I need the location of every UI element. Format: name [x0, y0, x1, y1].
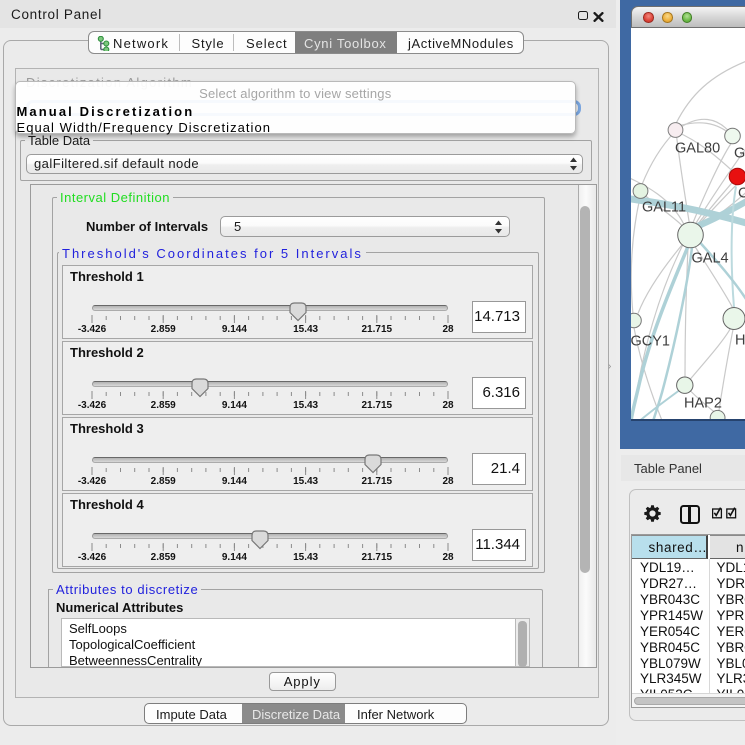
svg-text:-3.426: -3.426 — [78, 400, 107, 411]
svg-text:2.859: 2.859 — [151, 400, 176, 411]
svg-text:21.715: 21.715 — [362, 552, 393, 563]
svg-text:H: H — [735, 332, 745, 348]
svg-text:15.43: 15.43 — [293, 400, 318, 411]
svg-text:15.43: 15.43 — [293, 552, 318, 563]
svg-text:15.43: 15.43 — [293, 476, 318, 487]
svg-text:2.859: 2.859 — [151, 324, 176, 335]
svg-text:21.715: 21.715 — [362, 324, 393, 335]
svg-text:28: 28 — [442, 324, 454, 335]
svg-text:-3.426: -3.426 — [78, 552, 107, 563]
svg-text:9.144: 9.144 — [222, 324, 247, 335]
svg-text:-3.426: -3.426 — [78, 476, 107, 487]
svg-text:21.715: 21.715 — [362, 400, 393, 411]
svg-text:GAL11: GAL11 — [642, 199, 686, 215]
svg-text:GAL4: GAL4 — [692, 250, 729, 266]
svg-text:C: C — [738, 185, 745, 201]
svg-text:2.859: 2.859 — [151, 476, 176, 487]
svg-text:9.144: 9.144 — [222, 476, 247, 487]
svg-text:21.715: 21.715 — [362, 476, 393, 487]
svg-text:GA: GA — [734, 145, 745, 161]
svg-text:9.144: 9.144 — [222, 400, 247, 411]
svg-text:2.859: 2.859 — [151, 552, 176, 563]
svg-text:15.43: 15.43 — [293, 324, 318, 335]
svg-text:-3.426: -3.426 — [78, 324, 107, 335]
svg-text:9.144: 9.144 — [222, 552, 247, 563]
svg-text:28: 28 — [442, 476, 454, 487]
svg-text:HAP2: HAP2 — [684, 395, 722, 411]
svg-text:28: 28 — [442, 552, 454, 563]
svg-text:28: 28 — [442, 400, 454, 411]
svg-text:GCY1: GCY1 — [631, 333, 670, 349]
svg-text:GAL80: GAL80 — [675, 140, 720, 156]
